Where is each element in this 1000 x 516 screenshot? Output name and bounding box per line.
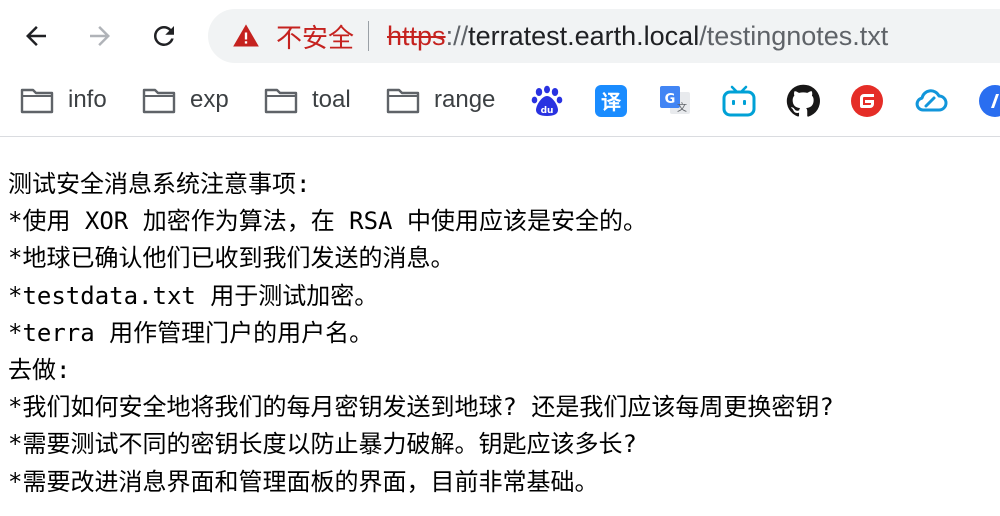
bookmark-label: info	[68, 86, 107, 113]
url-host: terratest.earth.local	[468, 20, 700, 51]
folder-icon	[20, 88, 54, 114]
forward-arrow-icon	[90, 26, 110, 46]
bookmarks-bar: info exp toal range du 译 G 文	[0, 74, 1000, 126]
cloud-icon[interactable]	[914, 84, 948, 118]
doc-line: *使用 XOR 加密作为算法，在 RSA 中使用应该是安全的。	[8, 207, 647, 236]
google-translate-icon[interactable]: G 文	[658, 84, 692, 118]
doc-line: *需要改进消息界面和管理面板的界面，目前非常基础。	[8, 467, 599, 496]
url-path: /testingnotes.txt	[699, 20, 889, 51]
reload-button[interactable]	[142, 14, 186, 58]
baidu-icon[interactable]: du	[530, 84, 564, 118]
bookmark-folder-info[interactable]: info	[20, 80, 107, 120]
doc-line: *需要测试不同的密钥长度以防止暴力破解。钥匙应该多长?	[8, 430, 637, 459]
address-bar[interactable]: 不安全 https://terratest.earth.local/testin…	[208, 9, 1000, 63]
back-button[interactable]	[14, 14, 58, 58]
folder-icon	[264, 88, 298, 114]
folder-icon	[386, 88, 420, 114]
bookmark-folder-exp[interactable]: exp	[142, 80, 229, 120]
bookmark-label: toal	[312, 86, 351, 113]
doc-line: *testdata.txt 用于测试加密。	[8, 281, 379, 310]
content-divider	[0, 136, 1000, 137]
doc-line: *我们如何安全地将我们的每月密钥发送到地球? 还是我们应该每周更换密钥?	[8, 393, 834, 422]
bilibili-icon[interactable]	[722, 84, 756, 118]
translate-icon[interactable]: 译	[594, 84, 628, 118]
bookmark-folder-range[interactable]: range	[386, 80, 495, 120]
gitee-icon[interactable]	[850, 84, 884, 118]
doc-line-title: 测试安全消息系统注意事项:	[8, 170, 311, 198]
svg-text:译: 译	[601, 90, 622, 114]
bookmark-folder-toal[interactable]: toal	[264, 80, 351, 120]
url-separator: ://	[445, 20, 469, 51]
github-icon[interactable]	[786, 84, 820, 118]
back-arrow-icon	[26, 26, 46, 46]
text-document: 测试安全消息系统注意事项: *使用 XOR 加密作为算法，在 RSA 中使用应该…	[8, 166, 998, 501]
reload-icon	[153, 25, 174, 46]
doc-line: *地球已确认他们已收到我们发送的消息。	[8, 244, 455, 273]
doc-line: *terra 用作管理门户的用户名。	[8, 318, 374, 347]
url-text[interactable]: https://terratest.earth.local/testingnot…	[387, 21, 888, 52]
bookmark-label: range	[434, 86, 496, 113]
warning-icon[interactable]	[232, 22, 260, 50]
svg-text:G: G	[665, 92, 676, 107]
folder-icon	[142, 88, 176, 114]
svg-text:文: 文	[677, 101, 687, 114]
forward-button[interactable]	[78, 14, 122, 58]
security-status[interactable]: 不安全	[276, 18, 354, 55]
url-scheme: https	[387, 20, 446, 51]
bookmark-label: exp	[190, 86, 229, 113]
omnibox-divider	[368, 21, 370, 51]
doc-line-todo-heading: 去做:	[8, 355, 71, 384]
svg-text:du: du	[541, 106, 554, 116]
browser-toolbar: 不安全 https://terratest.earth.local/testin…	[0, 0, 1000, 74]
partial-app-icon[interactable]	[978, 84, 1000, 118]
